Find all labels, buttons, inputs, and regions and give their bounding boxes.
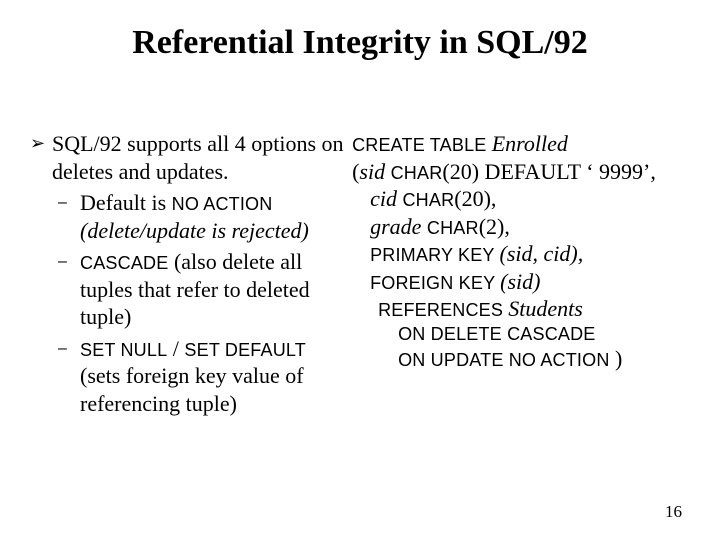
l4-kw: CHAR	[427, 218, 479, 238]
sql-line-8: ON DELETE CASCADE	[352, 323, 690, 346]
sql-line-3: cid CHAR(20),	[352, 185, 690, 213]
pk-cols: (sid, cid),	[500, 241, 584, 266]
l3-kw: CHAR	[402, 190, 454, 210]
sql-line-9: ON UPDATE NO ACTION )	[352, 345, 690, 373]
fk-col: (sid)	[500, 269, 540, 294]
col-grade: grade	[370, 214, 427, 239]
on-update: ON UPDATE NO ACTION	[398, 350, 609, 370]
b3-post: (sets foreign key value of referencing t…	[80, 363, 304, 416]
l4-post: (2),	[479, 214, 510, 239]
page-number: 16	[665, 502, 682, 522]
ref-table: Students	[508, 296, 583, 321]
sql-line-5: PRIMARY KEY (sid, cid),	[352, 240, 690, 268]
sql-line-7: REFERENCES Students	[352, 295, 690, 323]
b1-pre: Default is	[80, 190, 172, 215]
l2-kw: CHAR	[391, 163, 443, 183]
two-column-layout: ➢ SQL/92 supports all 4 options on delet…	[30, 130, 690, 417]
sub-bullet-2: – CASCADE (also delete all tuples that r…	[58, 248, 348, 331]
b1-post: (delete/update is rejected)	[80, 218, 309, 243]
sub-bullets: – Default is NO ACTION (delete/update is…	[58, 189, 348, 417]
fk-kw: FOREIGN KEY	[370, 273, 500, 293]
sub-bullet-2-text: CASCADE (also delete all tuples that ref…	[80, 248, 348, 331]
sub-bullet-3: – SET NULL / SET DEFAULT (sets foreign k…	[58, 335, 348, 418]
dash-icon: –	[58, 248, 80, 272]
slide-body: ➢ SQL/92 supports all 4 options on delet…	[30, 130, 690, 417]
sub-bullet-1: – Default is NO ACTION (delete/update is…	[58, 189, 348, 244]
right-column: CREATE TABLE Enrolled (sid CHAR(20) DEFA…	[348, 130, 690, 373]
l2-post: (20) DEFAULT ‘ 9999’,	[442, 159, 655, 184]
b1-kw: NO ACTION	[172, 194, 273, 214]
arrow-icon: ➢	[30, 130, 52, 155]
ref-kw: REFERENCES	[378, 300, 508, 320]
slide: Referential Integrity in SQL/92 ➢ SQL/92…	[0, 0, 720, 540]
col-cid: cid	[370, 186, 402, 211]
close-paren: )	[610, 346, 623, 371]
pk-kw: PRIMARY KEY	[370, 245, 499, 265]
dash-icon: –	[58, 189, 80, 213]
sql-line-4: grade CHAR(2),	[352, 213, 690, 241]
sub-bullet-1-text: Default is NO ACTION (delete/update is r…	[80, 189, 348, 244]
bullet-main-text: SQL/92 supports all 4 options on deletes…	[52, 130, 348, 185]
create-table-kw: CREATE TABLE	[352, 135, 492, 155]
b3-sep: /	[167, 336, 184, 361]
b2-kw: CASCADE	[80, 253, 168, 273]
sql-line-1: CREATE TABLE Enrolled	[352, 130, 690, 158]
b3-kw2: SET DEFAULT	[184, 340, 306, 360]
dash-icon: –	[58, 335, 80, 359]
sql-line-2: (sid CHAR(20) DEFAULT ‘ 9999’,	[352, 158, 690, 186]
l3-post: (20),	[454, 186, 496, 211]
sub-bullet-3-text: SET NULL / SET DEFAULT (sets foreign key…	[80, 335, 348, 418]
bullet-main: ➢ SQL/92 supports all 4 options on delet…	[30, 130, 348, 185]
col-sid: sid	[359, 159, 390, 184]
sql-line-6: FOREIGN KEY (sid)	[352, 268, 690, 296]
slide-title: Referential Integrity in SQL/92	[0, 24, 720, 62]
left-column: ➢ SQL/92 supports all 4 options on delet…	[30, 130, 348, 417]
b3-kw1: SET NULL	[80, 340, 167, 360]
table-name: Enrolled	[492, 131, 568, 156]
